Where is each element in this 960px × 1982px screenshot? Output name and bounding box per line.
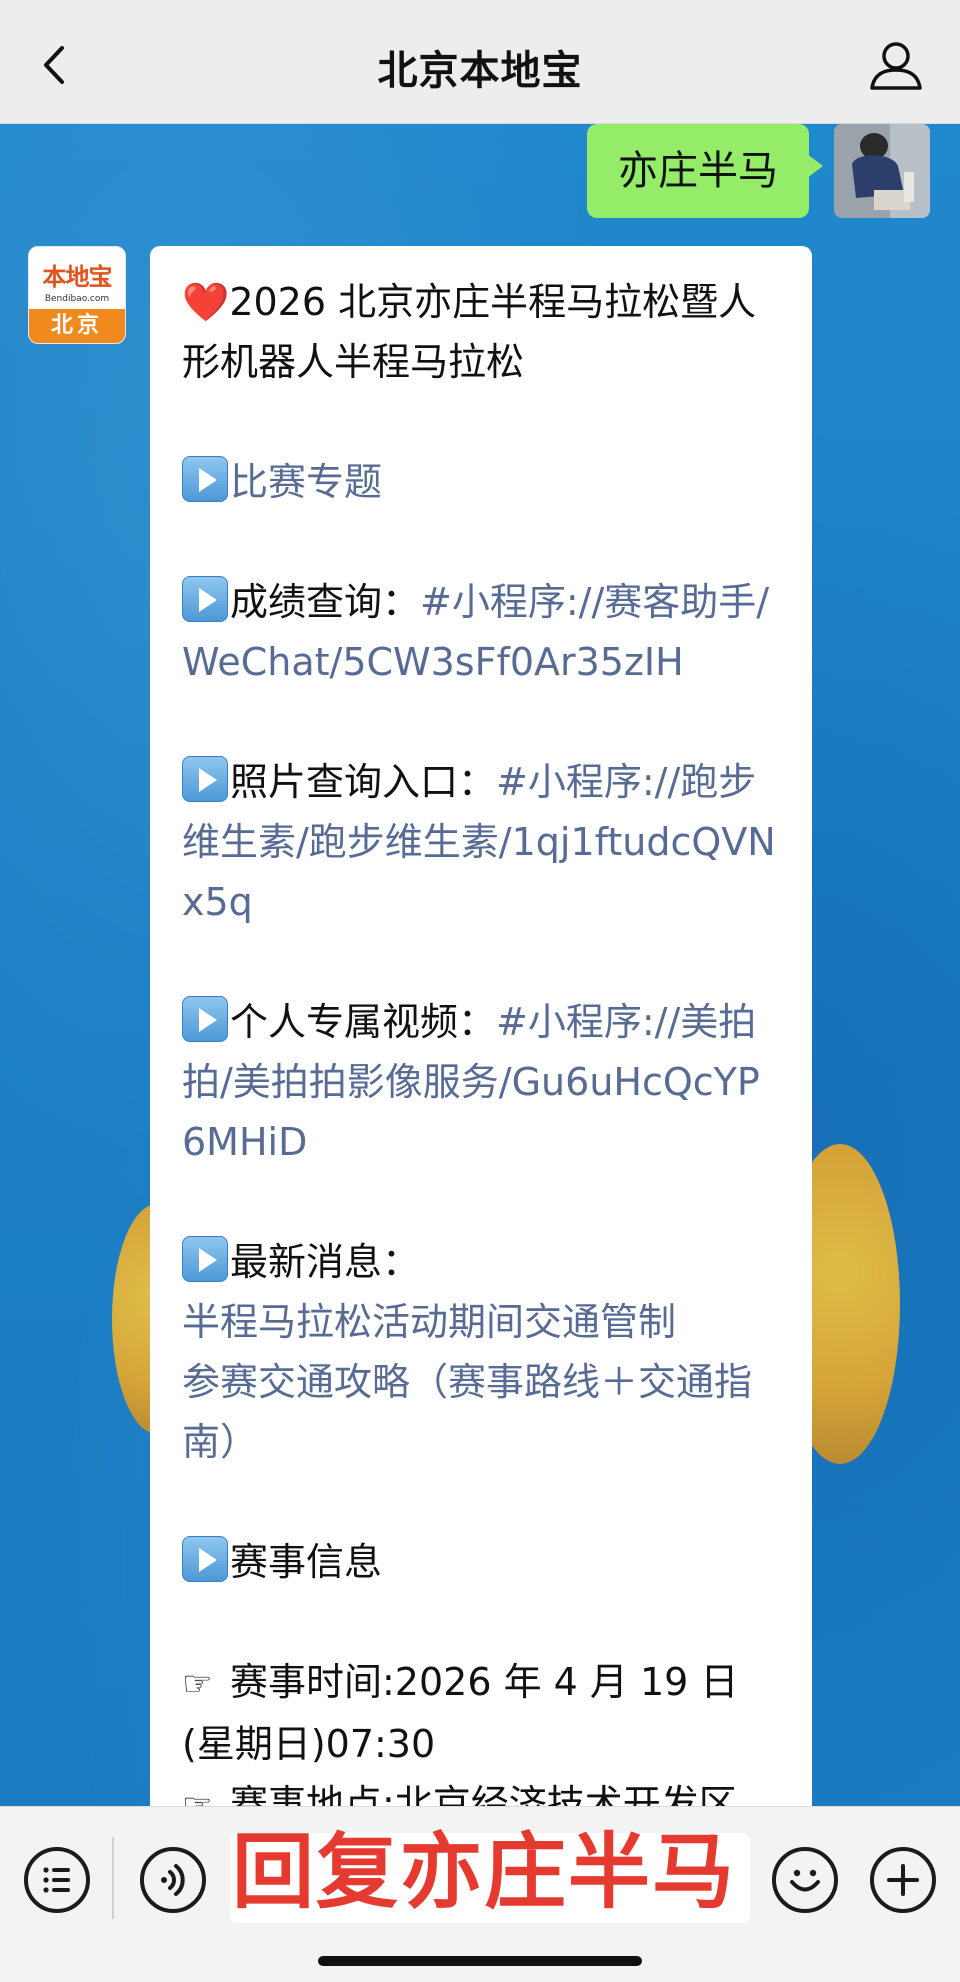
item-video-line: 个人专属视频：#小程序://美拍拍/美拍拍影像服务/Gu6uHcQcYP6MHi… <box>182 992 782 1172</box>
results-label: 成绩查询： <box>230 580 421 624</box>
emoji-button[interactable] <box>772 1847 838 1913</box>
outgoing-message-bubble[interactable]: 亦庄半马 <box>587 124 823 218</box>
item-topic-line: 比赛专题 <box>182 452 782 512</box>
pointing-hand-icon: ☞ <box>182 1664 213 1704</box>
avatar-logo-top: 本地宝 Bendibao.com <box>29 247 125 311</box>
info-label: 赛事信息 <box>230 1540 383 1584</box>
play-icon <box>182 996 228 1042</box>
voice-button[interactable] <box>140 1847 206 1913</box>
avatar-brand-text: 本地宝 <box>42 262 113 291</box>
avatar-photo <box>834 124 930 218</box>
play-icon <box>182 576 228 622</box>
plus-icon <box>887 1864 919 1896</box>
avatar-domain-text: Bendibao.com <box>44 294 110 304</box>
topic-link[interactable]: 比赛专题 <box>230 460 382 504</box>
official-account-avatar[interactable]: 本地宝 Bendibao.com 北京 <box>28 246 126 344</box>
profile-button[interactable] <box>868 40 924 92</box>
more-button[interactable] <box>870 1847 936 1913</box>
play-icon <box>182 1236 228 1282</box>
info-time: 赛事时间:2026 年 4 月 19 日(星期日)07:30 <box>182 1660 739 1766</box>
chat-title: 北京本地宝 <box>377 48 583 94</box>
nav-header: 北京本地宝 <box>0 0 960 124</box>
emoji-icon <box>790 1869 820 1892</box>
message-title: 2026 北京亦庄半程马拉松暨人形机器人半程马拉松 <box>182 280 757 384</box>
list-menu-icon <box>43 1867 70 1893</box>
play-icon <box>182 1536 228 1582</box>
info-time-line: ☞ 赛事时间:2026 年 4 月 19 日(星期日)07:30 <box>182 1652 782 1774</box>
item-info-line: 赛事信息 <box>182 1532 782 1592</box>
divider <box>112 1837 114 1919</box>
photos-label: 照片查询入口： <box>230 760 497 804</box>
item-photos-line: 照片查询入口：#小程序://跑步维生素/跑步维生素/1qj1ftudcQVNx5… <box>182 752 782 932</box>
voice-icon <box>161 1864 185 1896</box>
person-icon <box>870 42 922 90</box>
item-news-line: 最新消息： <box>182 1232 782 1292</box>
menu-button[interactable] <box>24 1847 90 1913</box>
message-title-line: ❤️2026 北京亦庄半程马拉松暨人形机器人半程马拉松 <box>182 272 782 392</box>
play-icon <box>182 756 228 802</box>
avatar-city-text: 北京 <box>29 309 125 343</box>
video-label: 个人专属视频： <box>230 1000 497 1044</box>
traffic-guide-link[interactable]: 参赛交通攻略（赛事路线＋交通指南） <box>182 1352 782 1472</box>
heart-icon: ❤️ <box>182 280 230 324</box>
news-label: 最新消息： <box>230 1240 421 1284</box>
play-icon <box>182 456 228 502</box>
home-indicator[interactable] <box>318 1956 642 1966</box>
incoming-message-bubble: ❤️2026 北京亦庄半程马拉松暨人形机器人半程马拉松 比赛专题 成绩查询：#小… <box>150 246 812 1846</box>
user-avatar[interactable] <box>834 124 930 218</box>
traffic-control-link[interactable]: 半程马拉松活动期间交通管制 <box>182 1292 782 1352</box>
item-results-line: 成绩查询：#小程序://赛客助手/WeChat/5CW3sFf0Ar35zIH <box>182 572 782 692</box>
reply-instruction-overlay: 回复亦庄半马 <box>232 1825 737 1920</box>
